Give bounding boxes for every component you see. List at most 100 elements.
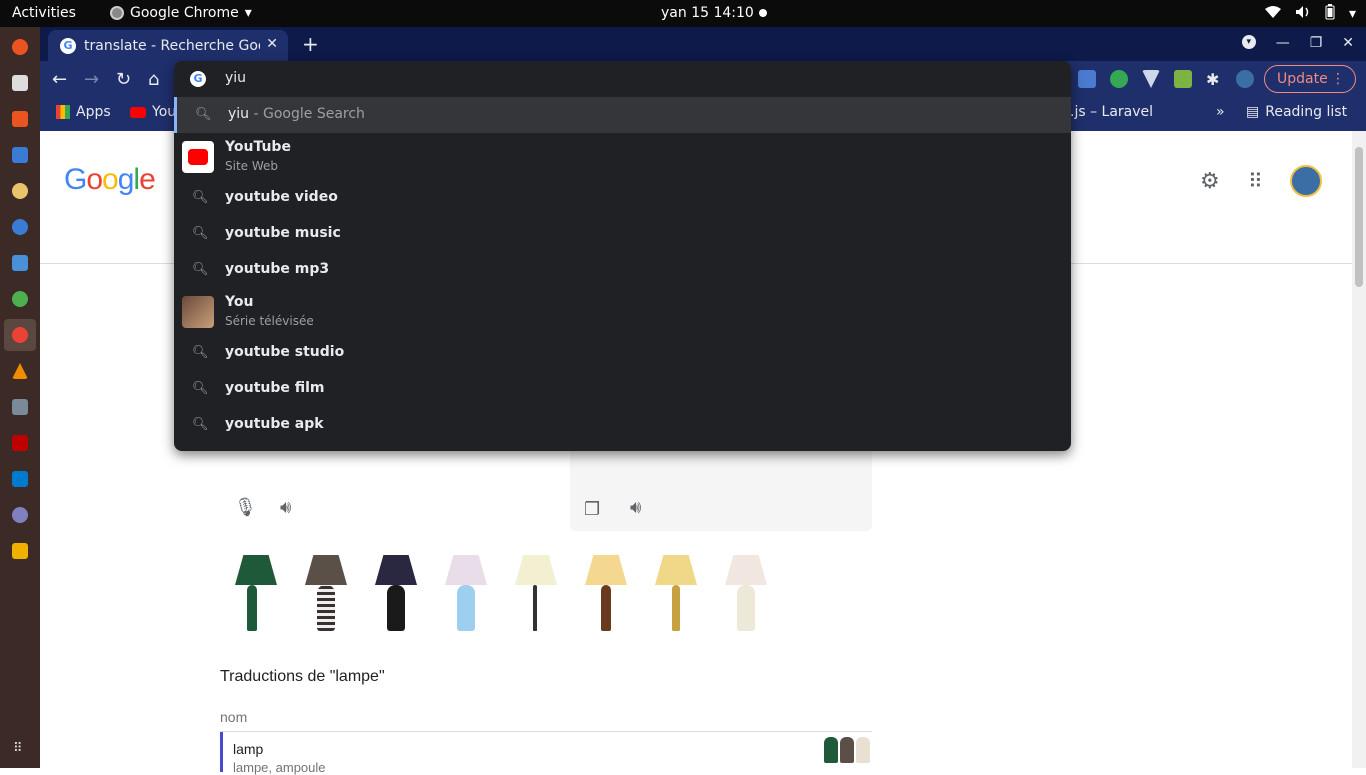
chrome-icon [110,6,124,20]
vue-extension-icon[interactable] [1142,70,1160,88]
suggestion-item[interactable]: 🔍︎ youtube apk [174,407,1071,443]
google-logo[interactable]: Google [64,163,156,197]
suggestion-item[interactable]: 🔍︎ youtube music [174,216,1071,252]
translate-extension-icon[interactable] [1078,70,1096,88]
system-tray[interactable]: ▾ [1264,4,1356,24]
page-scrollbar[interactable] [1352,131,1366,768]
logo-letter: o [86,163,103,196]
copy-icon[interactable]: ❐ [584,499,600,520]
suggestion-text: youtube video [225,189,338,205]
menu-dots-icon[interactable]: ⋮ [1331,66,1345,92]
wifi-icon [1264,5,1281,23]
back-button[interactable]: ← [52,69,67,90]
translation-row[interactable]: lamp lampe, ampoule [220,732,872,775]
tab-title: translate - Recherche Goo [84,37,260,54]
restore-icon[interactable]: ❐ [1310,35,1323,51]
suggestion-item[interactable]: 🔍︎ youtube studio [174,335,1071,371]
app-icon[interactable] [12,291,28,307]
speaker-icon[interactable]: 🔊︎ [630,497,641,518]
help-icon[interactable] [12,219,28,235]
minimize-icon[interactable]: — [1276,35,1290,51]
bookmark-label: You [152,104,177,120]
dock: ⠿ [0,27,40,768]
translations-title: Traductions de "lampe" [220,668,385,685]
show-apps-icon[interactable]: ⠿ [13,741,23,756]
profile-avatar[interactable] [1236,70,1254,88]
omnibox-input[interactable]: G yiu [174,61,1071,97]
tab-strip: G translate - Recherche Goo ✕ + ▾ — ❐ ✕ [40,27,1366,61]
tab-search-icon[interactable]: ▾ [1241,35,1256,49]
files-icon[interactable] [12,75,28,91]
new-tab-button[interactable]: + [302,32,319,56]
speaker-icon[interactable]: 🔊︎ [280,497,291,518]
suggestion-text: youtube apk [225,416,324,432]
microphone-icon[interactable]: 🎙︎ [234,497,257,518]
software-icon[interactable] [12,111,28,127]
bookmark-apps[interactable]: Apps [56,104,111,120]
suggestion-you[interactable]: You Série télévisée [174,288,1071,336]
reload-button[interactable]: ↻ [116,69,131,90]
logo-letters: Google [64,163,156,196]
lamp-image[interactable] [430,547,500,637]
activities-button[interactable]: Activities [12,5,76,21]
suggestion-item[interactable]: 🔍︎ youtube film [174,371,1071,407]
update-button[interactable]: Update ⋮ [1264,65,1356,93]
text-editor-icon[interactable] [12,147,28,163]
lamp-thumb [840,737,854,763]
scrollbar-thumb[interactable] [1355,147,1363,287]
search-icon: 🔍︎ [192,417,209,432]
logo-letter: o [102,163,119,196]
forward-button[interactable]: → [84,69,99,90]
close-icon[interactable]: ✕ [266,36,278,52]
home-button[interactable]: ⌂ [148,69,159,90]
lamp-thumb [856,737,870,763]
suggestion-subtitle: Série télévisée [225,314,314,328]
account-avatar[interactable] [1290,165,1322,197]
filezilla-icon[interactable] [12,435,28,451]
bookmark-youtube[interactable]: You [130,104,176,120]
suggestion-item[interactable]: 🔍︎ youtube mp3 [174,252,1071,288]
app-icon-2[interactable] [12,543,28,559]
writer-icon[interactable] [12,255,28,271]
search-icon: 🔍︎ [192,381,209,396]
grammarly-extension-icon[interactable] [1110,70,1128,88]
lamp-image[interactable] [360,547,430,637]
reading-list[interactable]: ▤ Reading list [1246,104,1347,120]
youtube-icon [130,106,146,118]
vscode-icon[interactable] [12,471,28,487]
extensions-puzzle-icon[interactable]: ✱ [1206,70,1224,89]
lamp-image[interactable] [220,547,290,637]
translation-row-images [824,737,870,763]
lamp-image[interactable] [570,547,640,637]
vlc-icon[interactable] [12,363,28,379]
lamp-image[interactable] [500,547,570,637]
bookmark-laravel[interactable]: .js – Laravel [1070,104,1153,120]
google-apps-icon[interactable]: ⠿ [1248,169,1263,193]
update-label: Update [1277,71,1328,87]
suggestion-item[interactable]: 🔍︎ youtube video [174,180,1071,216]
suggestion-title: You [225,294,254,310]
search-icon: 🔍︎ [192,262,209,277]
youtube-logo-icon [182,141,214,173]
off-extension-icon[interactable] [1174,70,1192,88]
lamp-image[interactable] [710,547,780,637]
search-icon: 🔍︎ [195,107,212,122]
close-window-icon[interactable]: ✕ [1342,35,1354,51]
chrome-dock-icon[interactable] [12,327,28,343]
screenshot-icon[interactable] [12,399,28,415]
clock[interactable]: yan 15 14:10 [661,5,754,21]
lamp-image[interactable] [290,547,360,637]
firefox-icon[interactable] [12,39,28,55]
rhythmbox-icon[interactable] [12,183,28,199]
suggestion-search[interactable]: 🔍︎ yiu - Google Search [174,97,1071,133]
bookmarks-more-icon[interactable]: » [1216,104,1225,120]
suggestion-subtitle: Site Web [225,159,279,173]
eclipse-icon[interactable] [12,507,28,523]
settings-gear-icon[interactable]: ⚙ [1200,169,1220,194]
suggestion-youtube[interactable]: YouTube Site Web [174,133,1071,181]
omnibox-query[interactable]: yiu [225,70,246,86]
tab-translate[interactable]: G translate - Recherche Goo ✕ [48,30,288,61]
app-menu[interactable]: Google Chrome ▾ [110,5,252,21]
volume-icon [1295,5,1311,23]
lamp-image[interactable] [640,547,710,637]
